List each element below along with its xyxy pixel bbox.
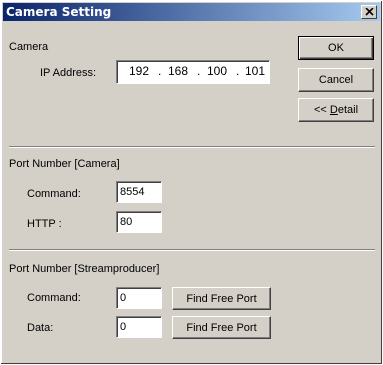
streamproducer-data-label: Data: xyxy=(27,322,54,334)
ip-octet-1[interactable]: 192 xyxy=(129,64,149,78)
ip-address-field[interactable]: 192 . 168 . 100 . 101 xyxy=(116,60,270,84)
find-free-port-label-data: Find Free Port xyxy=(186,321,257,334)
cancel-button[interactable]: Cancel xyxy=(298,68,374,92)
window-title: Camera Setting xyxy=(6,5,112,19)
streamproducer-command-value: 0 xyxy=(120,292,127,304)
ip-address-label: IP Address: xyxy=(40,67,97,79)
ip-dot-2: . xyxy=(197,64,201,78)
ip-octet-4[interactable]: 101 xyxy=(245,64,265,78)
detail-mnemonic: D xyxy=(329,104,338,116)
find-free-port-button-command[interactable]: Find Free Port xyxy=(172,287,271,310)
camera-http-label: HTTP : xyxy=(27,218,62,230)
ip-dot-3: . xyxy=(236,64,240,78)
streamproducer-command-input[interactable]: 0 xyxy=(116,287,162,309)
streamproducer-data-value: 0 xyxy=(120,321,127,333)
detail-rest: etail xyxy=(337,104,359,116)
ip-octet-3[interactable]: 100 xyxy=(207,64,227,78)
camera-setting-dialog: Camera Setting Camera IP Address: 192 . … xyxy=(0,0,383,365)
close-icon xyxy=(365,8,374,16)
separator-1 xyxy=(9,146,375,148)
detail-button-label: << Detail xyxy=(299,104,373,116)
camera-section-heading: Camera xyxy=(9,41,49,53)
cancel-button-label: Cancel xyxy=(318,74,354,86)
streamproducer-ports-heading: Port Number [Streamproducer] xyxy=(9,263,160,275)
ok-button[interactable]: OK xyxy=(298,36,374,60)
camera-command-value: 8554 xyxy=(120,186,145,198)
camera-command-input[interactable]: 8554 xyxy=(116,181,162,203)
camera-http-value: 80 xyxy=(120,216,133,228)
streamproducer-data-input[interactable]: 0 xyxy=(116,316,162,338)
title-bar[interactable]: Camera Setting xyxy=(3,3,380,21)
close-button[interactable] xyxy=(361,5,377,19)
camera-command-label: Command: xyxy=(27,188,81,200)
find-free-port-label-command: Find Free Port xyxy=(186,292,257,305)
find-free-port-button-data[interactable]: Find Free Port xyxy=(172,316,271,339)
separator-2 xyxy=(9,249,375,251)
ip-dot-1: . xyxy=(158,64,162,78)
detail-prefix: << xyxy=(313,104,330,116)
streamproducer-command-label: Command: xyxy=(27,292,81,304)
camera-http-input[interactable]: 80 xyxy=(116,211,162,233)
ok-button-label: OK xyxy=(328,42,344,54)
ip-octet-2[interactable]: 168 xyxy=(168,64,188,78)
camera-ports-heading: Port Number [Camera] xyxy=(9,158,120,170)
detail-button[interactable]: << Detail xyxy=(298,98,374,122)
